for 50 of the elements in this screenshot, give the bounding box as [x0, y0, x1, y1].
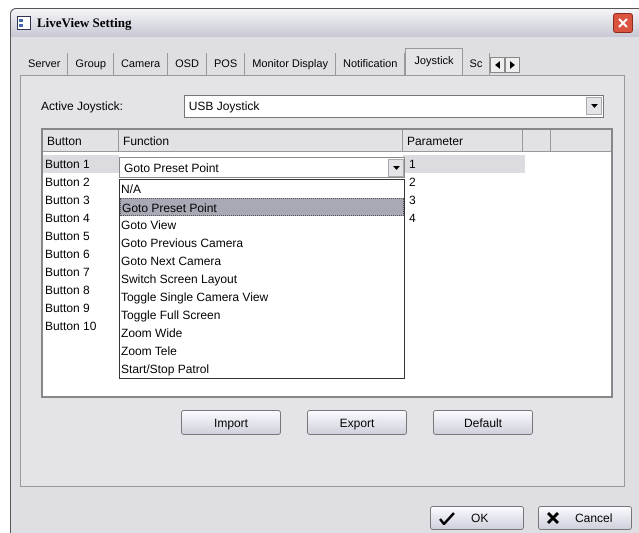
- right-arrow-icon: [510, 61, 516, 69]
- table-cell[interactable]: Button 3: [43, 191, 119, 209]
- dropdown-option[interactable]: Goto Previous Camera: [120, 234, 404, 252]
- ok-button[interactable]: OK: [430, 506, 524, 530]
- table-cell[interactable]: Button 6: [43, 245, 119, 263]
- dropdown-option[interactable]: N/A: [120, 180, 404, 198]
- panel-button[interactable]: Import: [181, 410, 281, 435]
- dropdown-option[interactable]: Zoom Tele: [120, 342, 404, 360]
- table-cell[interactable]: Button 9: [43, 299, 119, 317]
- close-button[interactable]: [613, 13, 633, 33]
- dropdown-option[interactable]: Zoom Wide: [120, 324, 404, 342]
- panel-button[interactable]: Export: [307, 410, 407, 435]
- table-cell[interactable]: Button 10: [43, 317, 119, 335]
- settings-window-icon: [17, 16, 31, 30]
- check-icon: [439, 512, 455, 524]
- column-header[interactable]: Function: [119, 130, 403, 151]
- left-arrow-icon: [495, 61, 500, 69]
- table-cell: 1: [403, 155, 525, 173]
- table-cell[interactable]: Button 1: [43, 155, 119, 173]
- table-cell-text: 4: [408, 210, 417, 227]
- tab[interactable]: Joystick: [405, 48, 463, 75]
- table-cell[interactable]: Button 5: [43, 227, 119, 245]
- dropdown-option[interactable]: Toggle Full Screen: [120, 306, 404, 324]
- dropdown-option[interactable]: Switch Screen Layout: [120, 270, 404, 288]
- table-cell-text: 3: [408, 192, 417, 209]
- table-cell-text: 2: [408, 174, 417, 191]
- table-cell[interactable]: Button 2: [43, 173, 119, 191]
- function-dropdown[interactable]: Goto Preset Point: [119, 157, 405, 178]
- dropdown-option[interactable]: Goto Next Camera: [120, 252, 404, 270]
- field-label: Active Joystick:: [41, 98, 124, 115]
- dropdown-option[interactable]: Toggle Single Camera View: [120, 288, 404, 306]
- tab[interactable]: Sc: [462, 53, 490, 75]
- scroll-left-button[interactable]: [490, 57, 506, 73]
- cancel-button[interactable]: Cancel: [538, 506, 632, 530]
- scroll-right-button[interactable]: [505, 57, 520, 73]
- window-title: LiveView Setting: [37, 14, 132, 32]
- dropdown-option[interactable]: Goto View: [120, 216, 404, 234]
- x-icon: [547, 512, 559, 524]
- table-cell[interactable]: Button 8: [43, 281, 119, 299]
- joystick-dropdown[interactable]: USB Joystick: [184, 94, 604, 118]
- close-icon: [618, 18, 628, 28]
- caret-icon: [392, 166, 400, 170]
- dropdown-option[interactable]: Goto Preset Point: [120, 198, 404, 216]
- dropdown-option[interactable]: Start/Stop Patrol: [120, 360, 404, 378]
- column-header[interactable]: Parameter: [403, 130, 523, 151]
- table-cell[interactable]: Button 7: [43, 263, 119, 281]
- panel-button[interactable]: Default: [433, 410, 533, 435]
- column-header[interactable]: Button: [43, 130, 119, 151]
- table-cell[interactable]: Button 4: [43, 209, 119, 227]
- caret-icon: [590, 104, 598, 108]
